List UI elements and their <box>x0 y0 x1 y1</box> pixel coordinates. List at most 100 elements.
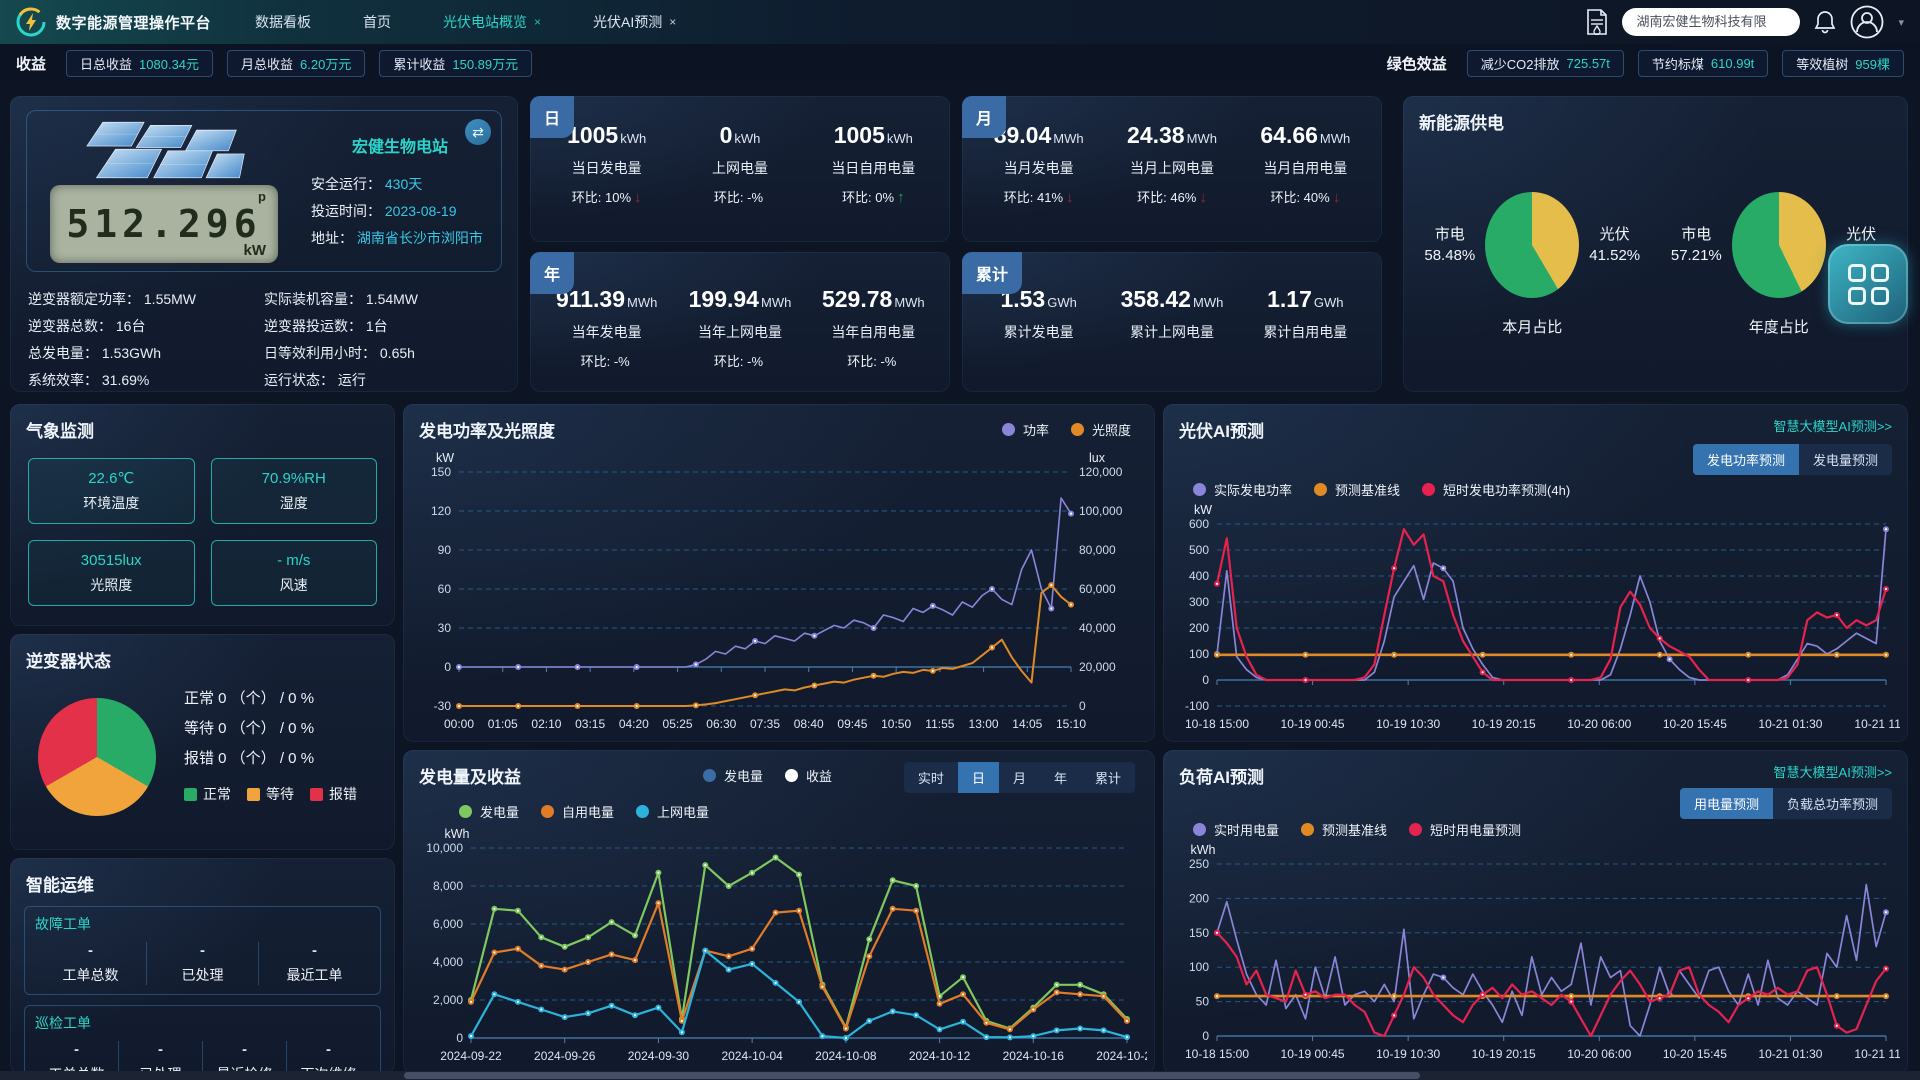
legend-swatch <box>184 788 197 801</box>
new-energy-supply-panel: 新能源供电 市电58.48% 光伏41.52% 本月占比 市电57.21% 光伏… <box>1403 96 1908 392</box>
legend-dot <box>1193 483 1206 496</box>
svg-text:10-21 11:15: 10-21 11:15 <box>1854 717 1900 731</box>
revenue-pill: 月总收益 6.20万元 <box>227 50 365 77</box>
panel-title: 逆变器状态 <box>10 634 395 672</box>
power-illuminance-panel: 发电功率及光照度 功率 光照度 150120,000120100,0009080… <box>403 404 1155 742</box>
svg-text:11:55: 11:55 <box>925 717 954 731</box>
svg-text:10-19 10:30: 10-19 10:30 <box>1376 1047 1440 1061</box>
chevron-down-icon[interactable]: ▾ <box>1898 16 1904 29</box>
svg-text:2024-10-20: 2024-10-20 <box>1096 1049 1147 1063</box>
svg-text:2,000: 2,000 <box>433 993 463 1007</box>
svg-text:02:10: 02:10 <box>531 717 561 731</box>
stat-row: 运行状态： 运行 <box>264 367 500 394</box>
legend-dot <box>1002 423 1015 436</box>
close-icon[interactable]: × <box>669 15 676 29</box>
legend-item[interactable]: 短时用电量预测 <box>1409 820 1521 839</box>
svg-text:10-20 15:45: 10-20 15:45 <box>1663 1047 1727 1061</box>
svg-text:100: 100 <box>1189 647 1209 661</box>
legend-item[interactable]: 实时用电量 <box>1193 820 1279 839</box>
month-supply-pie-chart <box>1485 192 1579 298</box>
period-tab[interactable]: 日 <box>958 762 999 793</box>
legend-item[interactable]: 实际发电功率 <box>1193 480 1292 499</box>
legend-item[interactable]: 发电量 <box>459 802 519 821</box>
svg-text:150: 150 <box>1189 926 1209 940</box>
energy-card-total: 累计 1.53GWh 累计发电量 358.42MWh 累计上网电量 1.17GW… <box>962 252 1382 392</box>
legend-item[interactable]: 功率 <box>1002 420 1049 439</box>
svg-text:10-21 01:30: 10-21 01:30 <box>1758 717 1822 731</box>
period-tab[interactable]: 月 <box>999 762 1040 793</box>
svg-text:0: 0 <box>456 1031 463 1045</box>
svg-text:13:00: 13:00 <box>969 717 999 731</box>
legend-item: 报错 <box>310 784 357 804</box>
svg-text:50: 50 <box>1196 995 1210 1009</box>
panel-title: 新能源供电 <box>1403 96 1908 134</box>
forecast-tab[interactable]: 用电量预测 <box>1680 788 1773 819</box>
legend-item[interactable]: 上网电量 <box>636 802 709 821</box>
legend-item[interactable]: 预测基准线 <box>1314 480 1400 499</box>
svg-text:200: 200 <box>1189 621 1209 635</box>
app-grid-widget-button[interactable] <box>1828 244 1908 324</box>
energy-stat: 529.78MWh 当年自用电量 环比: -% <box>818 286 928 367</box>
legend-item[interactable]: 发电量 <box>703 766 763 785</box>
forecast-tab[interactable]: 负载总功率预测 <box>1773 788 1892 819</box>
svg-text:150: 150 <box>431 465 451 479</box>
station-panel: 512.296 p kW 宏健生物电站 安全运行： 430天 <box>10 96 518 392</box>
legend-item[interactable]: 短时发电功率预测(4h) <box>1422 480 1570 499</box>
legend-item[interactable]: 光照度 <box>1071 420 1131 439</box>
ai-model-link[interactable]: 智慧大模型AI预测>> <box>1774 416 1892 435</box>
legend-item: 正常 <box>184 784 231 804</box>
green-pill: 节约标煤 610.99t <box>1638 50 1768 77</box>
svg-text:2024-09-22: 2024-09-22 <box>440 1049 502 1063</box>
legend-dot <box>459 805 472 818</box>
trend-arrow-icon: ↓ <box>634 189 642 206</box>
solar-panels-image <box>59 119 269 181</box>
legend-item[interactable]: 自用电量 <box>541 802 614 821</box>
legend-dot <box>636 805 649 818</box>
tab-pv-station-overview[interactable]: 光伏电站概览 × <box>443 12 541 32</box>
top-nav: 数字能源管理操作平台 数据看板 首页 光伏电站概览 × 光伏AI预测 × 湖南宏… <box>0 0 1920 44</box>
company-selector[interactable]: 湖南宏健生物科技有限 <box>1622 8 1800 36</box>
ops-stat: - 最近工单 <box>258 942 370 985</box>
svg-text:8,000: 8,000 <box>433 879 463 893</box>
energy-stat: 911.39MWh 当年发电量 环比: -% <box>552 286 662 367</box>
panel-title: 气象监测 <box>10 404 395 442</box>
legend-dot <box>1314 483 1327 496</box>
ai-model-link[interactable]: 智慧大模型AI预测>> <box>1774 762 1892 781</box>
svg-text:0: 0 <box>1079 699 1086 713</box>
stat-row: 实际装机容量： 1.54MW <box>264 286 500 313</box>
nav-item-home[interactable]: 首页 <box>363 12 391 32</box>
svg-text:120: 120 <box>431 504 451 518</box>
revenue-pill: 累计收益 150.89万元 <box>379 50 532 77</box>
period-tab[interactable]: 累计 <box>1081 762 1135 793</box>
smart-ops-panel: 智能运维 故障工单 - 工单总数 - 已处理 - <box>10 858 395 1074</box>
green-pill: 等效植树 959棵 <box>1782 50 1904 77</box>
supply-pie-month: 市电58.48% 光伏41.52% 本月占比 <box>1424 192 1640 337</box>
svg-text:10:50: 10:50 <box>881 717 911 731</box>
pv-ai-forecast-panel: 光伏AI预测 智慧大模型AI预测>> 发电功率预测 发电量预测 实际发电功率 预… <box>1163 404 1908 742</box>
forecast-tab[interactable]: 发电功率预测 <box>1693 444 1799 475</box>
nav-item-dashboard[interactable]: 数据看板 <box>255 12 311 32</box>
close-icon[interactable]: × <box>534 15 541 29</box>
switch-station-icon[interactable]: ⇄ <box>465 119 491 145</box>
horizontal-scrollbar[interactable] <box>0 1071 1920 1080</box>
avatar[interactable] <box>1850 5 1884 39</box>
power-unit: kW <box>244 242 267 259</box>
bell-icon[interactable] <box>1814 10 1836 34</box>
legend-item[interactable]: 收益 <box>785 766 832 785</box>
scrollbar-thumb[interactable] <box>404 1072 1420 1079</box>
period-tab[interactable]: 年 <box>1040 762 1081 793</box>
svg-text:10-20 15:45: 10-20 15:45 <box>1663 717 1727 731</box>
svg-text:10-19 20:15: 10-19 20:15 <box>1472 717 1536 731</box>
green-benefit-label: 绿色效益 <box>1387 53 1447 74</box>
svg-text:300: 300 <box>1189 595 1209 609</box>
energy-card-year: 年 911.39MWh 当年发电量 环比: -% 199.94MWh 当年上网电… <box>530 252 950 392</box>
svg-text:20,000: 20,000 <box>1079 660 1116 674</box>
document-icon[interactable] <box>1586 9 1608 35</box>
tab-pv-ai-forecast[interactable]: 光伏AI预测 × <box>593 12 676 32</box>
svg-text:10-18 15:00: 10-18 15:00 <box>1185 1047 1249 1061</box>
svg-text:10-20 06:00: 10-20 06:00 <box>1567 1047 1631 1061</box>
svg-text:15:10: 15:10 <box>1056 717 1086 731</box>
forecast-tab[interactable]: 发电量预测 <box>1799 444 1892 475</box>
period-tab[interactable]: 实时 <box>904 762 958 793</box>
legend-item[interactable]: 预测基准线 <box>1301 820 1387 839</box>
